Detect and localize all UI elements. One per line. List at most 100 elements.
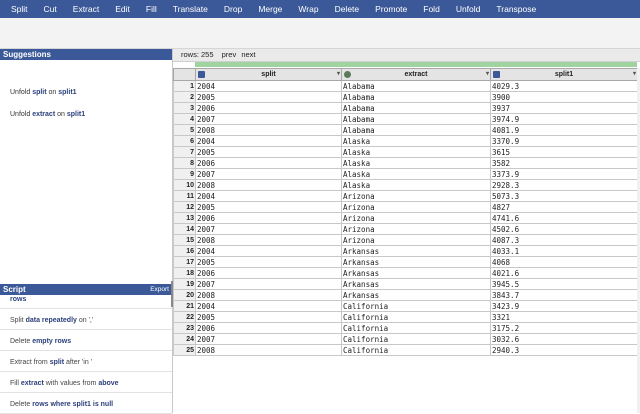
table-cell[interactable]: 2006 xyxy=(195,212,342,224)
column-header-extract[interactable]: extract ▾ xyxy=(341,68,491,81)
suggestion-item[interactable]: Unfold split on split1 xyxy=(10,89,77,96)
table-cell[interactable]: Arkansas xyxy=(341,289,491,301)
script-step[interactable]: rows xyxy=(10,296,26,303)
toolbar-transpose-button[interactable]: Transpose xyxy=(491,4,541,14)
table-cell[interactable]: 4741.6 xyxy=(490,212,638,224)
toolbar-translate-button[interactable]: Translate xyxy=(168,4,213,14)
table-cell[interactable]: Arkansas xyxy=(341,267,491,279)
script-step[interactable]: Delete empty rows xyxy=(10,338,71,345)
export-button[interactable]: Export xyxy=(150,284,169,295)
table-cell[interactable]: 2004 xyxy=(195,190,342,202)
table-cell[interactable]: 2005 xyxy=(195,256,342,268)
table-cell[interactable]: 5073.3 xyxy=(490,190,638,202)
toolbar-extract-button[interactable]: Extract xyxy=(68,4,104,14)
table-cell[interactable]: 2007 xyxy=(195,278,342,290)
table-cell[interactable]: 2005 xyxy=(195,201,342,213)
table-cell[interactable]: Alaska xyxy=(341,157,491,169)
table-cell[interactable]: 2007 xyxy=(195,168,342,180)
table-cell[interactable]: 2006 xyxy=(195,102,342,114)
script-step[interactable]: Extract from split after 'in ' xyxy=(10,359,92,366)
table-cell[interactable]: 3373.9 xyxy=(490,168,638,180)
toolbar-cut-button[interactable]: Cut xyxy=(39,4,62,14)
table-cell[interactable]: Arizona xyxy=(341,212,491,224)
table-cell[interactable]: 2006 xyxy=(195,157,342,169)
table-cell[interactable]: 4068 xyxy=(490,256,638,268)
column-header-split[interactable]: split ▾ xyxy=(195,68,342,81)
table-cell[interactable]: Arizona xyxy=(341,234,491,246)
table-cell[interactable]: 2008 xyxy=(195,344,342,356)
table-cell[interactable]: 3370.9 xyxy=(490,135,638,147)
toolbar-drop-button[interactable]: Drop xyxy=(219,4,247,14)
table-cell[interactable]: 2005 xyxy=(195,91,342,103)
toolbar-split-button[interactable]: Split xyxy=(6,4,33,14)
table-cell[interactable]: California xyxy=(341,311,491,323)
script-step[interactable]: Delete rows where split1 is null xyxy=(10,401,113,408)
table-cell[interactable]: Arkansas xyxy=(341,278,491,290)
prev-link[interactable]: prev xyxy=(222,50,237,59)
table-cell[interactable]: Alaska xyxy=(341,168,491,180)
toolbar-edit-button[interactable]: Edit xyxy=(110,4,135,14)
table-cell[interactable]: Alaska xyxy=(341,146,491,158)
toolbar-fold-button[interactable]: Fold xyxy=(418,4,445,14)
suggestion-item[interactable]: Unfold extract on split1 xyxy=(10,111,85,118)
table-cell[interactable]: Alabama xyxy=(341,113,491,125)
table-cell[interactable]: 3582 xyxy=(490,157,638,169)
table-cell[interactable]: California xyxy=(341,344,491,356)
table-cell[interactable]: 2007 xyxy=(195,113,342,125)
table-cell[interactable]: 2004 xyxy=(195,300,342,312)
toolbar-delete-button[interactable]: Delete xyxy=(330,4,365,14)
table-cell[interactable]: 4033.1 xyxy=(490,245,638,257)
table-cell[interactable]: 2004 xyxy=(195,135,342,147)
table-cell[interactable]: Alabama xyxy=(341,124,491,136)
table-cell[interactable]: Arizona xyxy=(341,190,491,202)
toolbar-fill-button[interactable]: Fill xyxy=(141,4,162,14)
table-cell[interactable]: 2008 xyxy=(195,234,342,246)
table-cell[interactable]: California xyxy=(341,322,491,334)
table-cell[interactable]: 4502.6 xyxy=(490,223,638,235)
table-cell[interactable]: Arkansas xyxy=(341,256,491,268)
table-cell[interactable]: 3945.5 xyxy=(490,278,638,290)
table-cell[interactable]: 3974.9 xyxy=(490,113,638,125)
hash-icon[interactable] xyxy=(493,71,500,78)
table-cell[interactable]: Alaska xyxy=(341,135,491,147)
table-cell[interactable]: Arizona xyxy=(341,201,491,213)
toolbar-promote-button[interactable]: Promote xyxy=(370,4,412,14)
next-link[interactable]: next xyxy=(241,50,255,59)
table-cell[interactable]: 2007 xyxy=(195,333,342,345)
table-cell[interactable]: 4081.9 xyxy=(490,124,638,136)
table-cell[interactable]: Arizona xyxy=(341,223,491,235)
table-cell[interactable]: California xyxy=(341,333,491,345)
chevron-down-icon[interactable]: ▾ xyxy=(486,70,489,77)
table-cell[interactable]: 2006 xyxy=(195,322,342,334)
table-cell[interactable]: 2005 xyxy=(195,146,342,158)
chevron-down-icon[interactable]: ▾ xyxy=(633,70,636,77)
toolbar-unfold-button[interactable]: Unfold xyxy=(451,4,486,14)
table-cell[interactable]: 2928.3 xyxy=(490,179,638,191)
table-cell[interactable]: 4827 xyxy=(490,201,638,213)
table-cell[interactable]: 3175.2 xyxy=(490,322,638,334)
table-cell[interactable]: 4029.3 xyxy=(490,80,638,92)
hash-icon[interactable] xyxy=(198,71,205,78)
table-cell[interactable]: 3032.6 xyxy=(490,333,638,345)
table-cell[interactable]: Alaska xyxy=(341,179,491,191)
chevron-down-icon[interactable]: ▾ xyxy=(337,70,340,77)
circle-icon[interactable] xyxy=(344,71,351,78)
table-cell[interactable]: 2006 xyxy=(195,267,342,279)
table-cell[interactable]: Alabama xyxy=(341,102,491,114)
table-cell[interactable]: 2008 xyxy=(195,124,342,136)
script-step[interactable]: Split data repeatedly on ',' xyxy=(10,317,93,324)
table-cell[interactable]: Alabama xyxy=(341,80,491,92)
table-cell[interactable]: 3937 xyxy=(490,102,638,114)
table-cell[interactable]: 2004 xyxy=(195,245,342,257)
column-header-split1[interactable]: split1 ▾ xyxy=(490,68,638,81)
script-step[interactable]: Fill extract with values from above xyxy=(10,380,119,387)
table-cell[interactable]: 2004 xyxy=(195,80,342,92)
table-cell[interactable]: 2940.3 xyxy=(490,344,638,356)
table-cell[interactable]: Arkansas xyxy=(341,245,491,257)
toolbar-merge-button[interactable]: Merge xyxy=(253,4,287,14)
table-cell[interactable]: 2008 xyxy=(195,179,342,191)
toolbar-wrap-button[interactable]: Wrap xyxy=(293,4,323,14)
table-cell[interactable]: 4021.6 xyxy=(490,267,638,279)
table-cell[interactable]: 2005 xyxy=(195,311,342,323)
table-cell[interactable]: 2008 xyxy=(195,289,342,301)
